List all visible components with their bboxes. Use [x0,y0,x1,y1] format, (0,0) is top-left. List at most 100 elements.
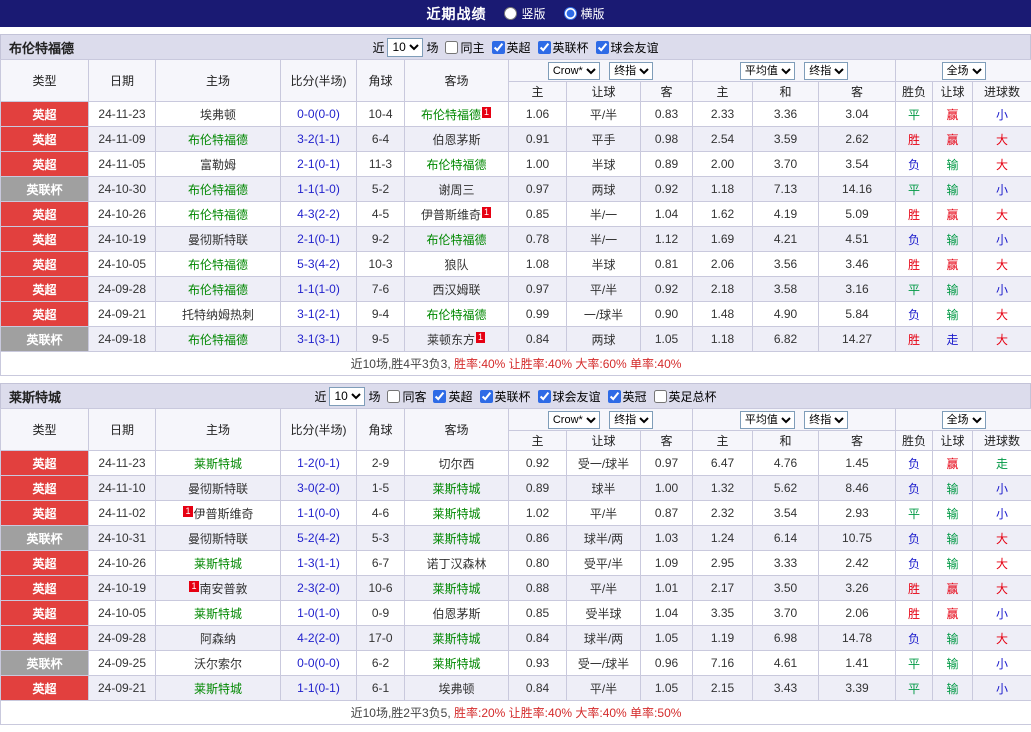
checkbox[interactable] [654,390,667,403]
summary-text: 胜率:40% 让胜率:40% 大率:60% 单率:40% [454,357,681,371]
top-title-bar: 近期战绩 竖版 横版 [0,0,1031,27]
vertical-layout-radio[interactable] [504,7,517,20]
team-cell: 布伦特福德 [156,127,281,152]
team-cell: 诺丁汉森林 [405,551,509,576]
league-badge: 英超 [1,501,89,526]
checkbox[interactable] [608,390,621,403]
filter-checkbox-英足总杯[interactable]: 英足总杯 [654,388,717,405]
col-type: 类型 [1,409,89,451]
match-date: 24-10-26 [89,551,156,576]
team-name: 莱斯特城 [9,387,61,406]
outcome-result: 负 [896,526,933,551]
checkbox[interactable] [445,41,458,54]
filter-checkbox-英超[interactable]: 英超 [492,39,531,56]
corner-count: 6-1 [357,676,405,701]
period-select[interactable]: 全场 [942,411,986,429]
odds-stage-select[interactable]: 终指 [609,411,653,429]
avg-select[interactable]: 平均值 [740,62,795,80]
handicap-result: 输 [933,177,973,202]
col-avg-draw: 和 [753,82,819,102]
checkbox[interactable] [480,390,493,403]
summary-row: 近10场,胜2平3负5, 胜率:20% 让胜率:40% 大率:40% 单率:50… [1,701,1031,725]
filter-checkbox-球会友谊[interactable]: 球会友谊 [596,39,659,56]
filter-checkbox-英联杯[interactable]: 英联杯 [538,39,589,56]
match-row: 英联杯24-09-18布伦特福德3-1(3-1)9-5莱顿东方10.84两球1.… [1,327,1031,352]
league-filter-checkboxes: 同主英超英联杯球会友谊 [438,39,658,56]
avg-select[interactable]: 平均值 [740,411,795,429]
filter-checkbox-同客[interactable]: 同客 [387,388,426,405]
summary-text: 近10场,胜2平3负5, [351,706,454,720]
team-cell: 布伦特福德 [405,227,509,252]
match-date: 24-10-26 [89,202,156,227]
avg-odds-value: 3.59 [753,127,819,152]
checkbox[interactable] [538,390,551,403]
match-score: 4-2(2-0) [281,626,357,651]
odds-value: 0.93 [509,651,567,676]
near-label: 近 [372,39,384,56]
col-odds-handicap: 让球 [567,82,641,102]
odds-value: 0.84 [509,626,567,651]
team-cell: 埃弗顿 [156,102,281,127]
filter-checkbox-同主[interactable]: 同主 [445,39,484,56]
avg-odds-value: 10.75 [819,526,896,551]
red-card-badge: 1 [189,581,198,592]
avg-stage-select[interactable]: 终指 [804,62,848,80]
avg-odds-value: 3.54 [753,501,819,526]
filter-checkbox-英超[interactable]: 英超 [433,388,472,405]
odds-value: 1.08 [509,252,567,277]
handicap-value: 平/半 [567,676,641,701]
avg-odds-value: 2.42 [819,551,896,576]
match-score: 2-3(2-0) [281,576,357,601]
filter-checkbox-球会友谊[interactable]: 球会友谊 [538,388,601,405]
team-name-text: 布伦特福德 [426,158,486,172]
match-row: 英超24-10-26布伦特福德4-3(2-2)4-5伊普斯维奇10.85半/一1… [1,202,1031,227]
checkbox[interactable] [538,41,551,54]
team-cell: 伯恩茅斯 [405,127,509,152]
layout-option-vertical[interactable]: 竖版 [504,5,545,22]
goals-result: 小 [973,676,1031,701]
goals-result: 小 [973,601,1031,626]
odds-stage-select[interactable]: 终指 [609,62,653,80]
filter-checkbox-英联杯[interactable]: 英联杯 [480,388,531,405]
team-name-text: 布伦特福德 [188,208,248,222]
bookmaker-select[interactable]: Crow* [548,62,600,80]
checkbox[interactable] [596,41,609,54]
checkbox[interactable] [433,390,446,403]
match-score: 1-1(1-0) [281,277,357,302]
team-cell: 曼彻斯特联 [156,476,281,501]
team-filter-bar: 布伦特福德 近 10 场 同主英超英联杯球会友谊 [0,34,1031,59]
match-date: 24-11-23 [89,451,156,476]
outcome-result: 平 [896,177,933,202]
match-score: 1-2(0-1) [281,451,357,476]
team-name-text: 布伦特福德 [188,133,248,147]
team-name-text: 曼彻斯特联 [188,233,248,247]
match-count-select[interactable]: 10 [329,387,365,406]
odds-value: 0.99 [509,302,567,327]
team-name-text: 南安普敦 [200,582,248,596]
horizontal-layout-radio[interactable] [564,7,577,20]
bookmaker-select[interactable]: Crow* [548,411,600,429]
period-select[interactable]: 全场 [942,62,986,80]
match-date: 24-11-10 [89,476,156,501]
avg-odds-value: 1.45 [819,451,896,476]
avg-odds-value: 3.54 [819,152,896,177]
filter-checkbox-英冠[interactable]: 英冠 [608,388,647,405]
match-score: 4-3(2-2) [281,202,357,227]
odds-value: 1.06 [509,102,567,127]
avg-odds-value: 1.69 [693,227,753,252]
match-score: 1-0(1-0) [281,601,357,626]
red-card-badge: 1 [482,107,491,118]
filter-checkbox-label: 英超 [448,388,472,405]
filters: 近 10 场 同主英超英联杯球会友谊 [372,38,658,57]
avg-stage-select[interactable]: 终指 [804,411,848,429]
odds-value: 1.03 [641,526,693,551]
checkbox[interactable] [387,390,400,403]
corner-count: 5-3 [357,526,405,551]
league-badge: 英超 [1,601,89,626]
layout-option-horizontal[interactable]: 横版 [564,5,605,22]
match-count-select[interactable]: 10 [387,38,423,57]
col-avg-away: 客 [819,82,896,102]
col-home: 主场 [156,409,281,451]
checkbox[interactable] [492,41,505,54]
col-away: 客场 [405,60,509,102]
